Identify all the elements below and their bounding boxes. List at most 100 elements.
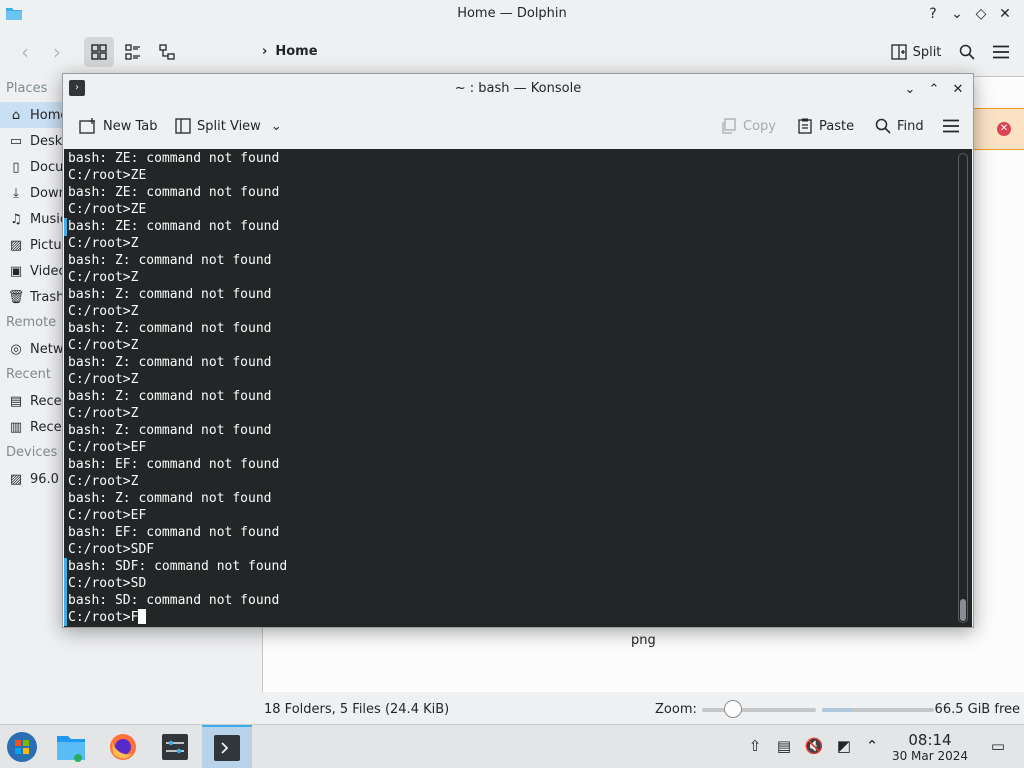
konsole-window: › ~ : bash — Konsole ⌄ ⌃ ✕ New Tab Split…	[62, 73, 974, 628]
grid-icon	[91, 44, 107, 60]
remote-item[interactable]: ◎ Network	[0, 336, 62, 362]
split-label: Split	[912, 44, 942, 60]
find-button[interactable]: Find	[875, 114, 924, 138]
taskbar-dolphin[interactable]	[46, 725, 96, 768]
new-tab-label: New Tab	[103, 118, 158, 134]
split-icon	[890, 44, 907, 60]
breadcrumb[interactable]: › Home	[262, 44, 318, 59]
recent-item[interactable]: ▤ Recent Files	[0, 388, 62, 414]
find-label: Find	[897, 118, 924, 134]
close-icon[interactable]: ✕	[996, 4, 1014, 24]
terminal-icon	[214, 735, 240, 761]
terminal-line: bash: Z: command not found	[68, 253, 272, 268]
chevron-right-icon: ›	[262, 44, 268, 59]
places-item-label: Music	[30, 211, 62, 227]
konsole-title: ~ : bash — Konsole	[454, 81, 582, 96]
places-item[interactable]: ▨ Pictures	[0, 232, 62, 258]
error-close-icon[interactable]: ✕	[997, 122, 1011, 136]
copy-icon	[722, 118, 736, 134]
konsole-toolbar: New Tab Split View ⌄ Copy Paste Find	[63, 104, 973, 148]
remote-section-header: Remote	[6, 315, 57, 330]
places-item[interactable]: ⌂ Home	[0, 102, 62, 128]
zoom-slider[interactable]	[702, 708, 816, 712]
places-item[interactable]: 🗑 Trash	[0, 284, 62, 310]
chevron-up-icon[interactable]: ⌃	[861, 735, 883, 757]
remote-item-label: Network	[30, 341, 62, 357]
clock[interactable]: 08:14 30 Mar 2024	[888, 731, 972, 764]
network-icon: ◎	[10, 341, 22, 357]
recent-item[interactable]: ▥ Recent Locations	[0, 414, 62, 440]
volume-muted-icon[interactable]: 🔇	[803, 735, 825, 757]
terminal-line: bash: ZE: command not found	[68, 151, 280, 166]
konsole-menu-button[interactable]	[943, 114, 959, 138]
hamburger-menu-button[interactable]	[988, 37, 1014, 67]
error-banner: ✕	[972, 108, 1024, 150]
music-icon: ♫	[10, 211, 22, 227]
clipboard-icon[interactable]: ▤	[773, 735, 795, 757]
terminal-line: bash: ZE: command not found	[68, 185, 280, 200]
start-menu-icon	[7, 732, 37, 762]
minimize-icon[interactable]: ⌄	[901, 79, 919, 99]
terminal-line: C:/root>ZE	[68, 202, 147, 217]
places-item[interactable]: ⤓ Downloads	[0, 180, 62, 206]
places-item-label: Pictures	[30, 237, 62, 253]
file-item-label[interactable]: png	[631, 633, 656, 648]
maximize-icon[interactable]: ◇	[972, 4, 990, 24]
compact-view-button[interactable]	[118, 37, 148, 67]
close-icon[interactable]: ✕	[949, 79, 967, 99]
places-item-label: Desktop	[30, 133, 62, 149]
breadcrumb-home[interactable]: Home	[275, 44, 317, 59]
application-launcher[interactable]	[0, 725, 44, 768]
taskbar-konsole[interactable]	[202, 725, 252, 768]
dolphin-titlebar[interactable]: Home — Dolphin ? ⌄ ◇ ✕	[0, 0, 1024, 30]
system-settings-icon	[162, 734, 188, 760]
split-view-button[interactable]: Split View ⌄	[175, 114, 282, 138]
updates-icon[interactable]: ⇧	[744, 735, 766, 757]
paste-button[interactable]: Paste	[797, 114, 854, 138]
terminal-line: bash: Z: command not found	[68, 355, 272, 370]
terminal-line: C:/root>EF	[68, 508, 147, 523]
terminal-line: C:/root>Z	[68, 236, 139, 251]
places-item[interactable]: ♫ Music	[0, 206, 62, 232]
places-item[interactable]: ▣ Videos	[0, 258, 62, 284]
icons-view-button[interactable]	[84, 37, 114, 67]
scrollbar-thumb[interactable]	[960, 599, 966, 621]
details-view-button[interactable]	[152, 37, 182, 67]
places-item-label: Trash	[30, 289, 62, 305]
downloads-icon: ⤓	[13, 185, 19, 201]
split-button[interactable]: Split	[888, 37, 944, 67]
documents-icon: ▯	[12, 159, 20, 175]
terminal-line: bash: EF: command not found	[68, 457, 280, 472]
konsole-titlebar[interactable]: › ~ : bash — Konsole ⌄ ⌃ ✕	[63, 74, 973, 104]
maximize-icon[interactable]: ⌃	[925, 79, 943, 99]
terminal-line: C:/root>Z	[68, 406, 139, 421]
clock-date: 30 Mar 2024	[891, 749, 969, 763]
zoom-slider-handle[interactable]	[724, 700, 742, 718]
minimize-icon[interactable]: ⌄	[948, 4, 966, 24]
places-item[interactable]: ▭ Desktop	[0, 128, 62, 154]
terminal-line: bash: Z: command not found	[68, 389, 272, 404]
tree-view-icon	[159, 44, 175, 60]
terminal-line: bash: EF: command not found	[68, 525, 280, 540]
taskbar-settings[interactable]	[150, 725, 200, 768]
help-icon[interactable]: ?	[924, 4, 942, 24]
search-button[interactable]	[954, 37, 980, 67]
home-icon: ⌂	[11, 107, 21, 123]
terminal-scrollbar[interactable]	[958, 153, 968, 623]
taskbar-firefox[interactable]	[98, 725, 148, 768]
hamburger-icon	[943, 119, 959, 133]
network-icon[interactable]: ◩	[833, 735, 855, 757]
new-tab-icon	[79, 118, 95, 134]
hamburger-icon	[993, 45, 1009, 59]
show-desktop-icon[interactable]: ▭	[987, 735, 1009, 757]
device-item[interactable]: ▨ 96.0 GiB Internal Drive	[0, 466, 62, 492]
forward-icon[interactable]: ›	[44, 37, 70, 67]
places-item[interactable]: ▯ Documents	[0, 154, 62, 180]
new-tab-button[interactable]: New Tab	[79, 114, 158, 138]
terminal-area[interactable]: bash: ZE: command not found C:/root>ZE bas…	[64, 149, 972, 627]
back-icon[interactable]: ‹	[12, 37, 38, 67]
folder-icon	[57, 736, 85, 762]
terminal-line: C:/root>Z	[68, 474, 139, 489]
copy-button[interactable]: Copy	[721, 114, 776, 138]
disk-usage-bar	[822, 708, 934, 712]
